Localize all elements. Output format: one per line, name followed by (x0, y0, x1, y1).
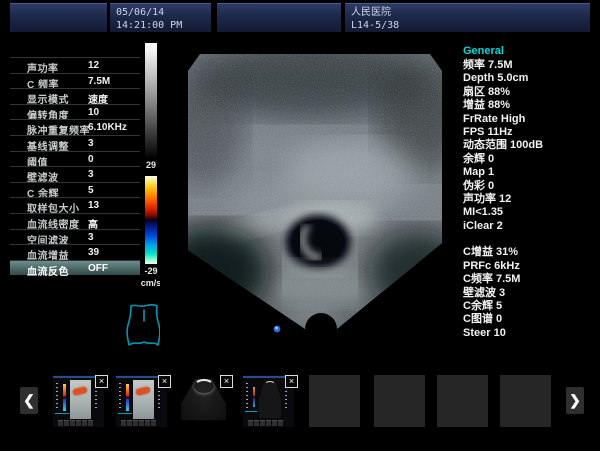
thumb-doppler-flow (72, 386, 87, 395)
header-box-patient (217, 3, 341, 32)
parameter-value: 3 (88, 169, 94, 180)
thumbnail-slot-empty (309, 375, 360, 427)
info-item: iClear 2 (463, 220, 598, 233)
info-item: C余辉 5 (463, 300, 598, 313)
thumb-text-marks (119, 383, 121, 411)
color-doppler-scale-bar (145, 176, 157, 264)
info-item: 声功率 12 (463, 193, 598, 206)
ultrasound-image[interactable] (160, 33, 460, 378)
ultrasound-workstation-screen: 05/06/14 14:21:00 PM 人民医院 L14-5/38 声功率12… (0, 0, 600, 451)
info-item: C增益 31% (463, 246, 598, 259)
thumb-probe-arc (265, 381, 276, 389)
info-item: MI<1.35 (463, 206, 598, 219)
thumb-clip-squares (121, 420, 156, 426)
b-mode-info-list: 频率 7.5MDepth 5.0cm扇区 88%增益 88%FrRate Hig… (463, 59, 598, 233)
body-mark-icon[interactable] (123, 301, 165, 349)
parameter-value: 39 (88, 247, 99, 258)
parameter-value: 3 (88, 138, 94, 149)
info-item: FPS 11Hz (463, 126, 598, 139)
grayscale-map-bar (145, 43, 157, 158)
parameter-value: 6.10KHz (88, 122, 127, 133)
thumb-text-marks (246, 383, 248, 411)
image-info-panel: General 频率 7.5MDepth 5.0cm扇区 88%增益 88%Fr… (463, 44, 598, 340)
color-mode-info-list: C增益 31%PRFc 6kHzC频率 7.5M壁滤波 3C余辉 5C图谱 0S… (463, 246, 598, 340)
thumb-bmode-area (133, 380, 154, 419)
thumb-clip-squares (58, 420, 93, 426)
parameter-row[interactable]: 声功率12 (10, 57, 140, 73)
parameter-value: 10 (88, 107, 99, 118)
thumbnail-doppler[interactable]: × (53, 375, 104, 427)
thumbnail-close-icon[interactable]: × (158, 375, 171, 388)
thumb-bmode-area (70, 380, 91, 419)
parameter-row[interactable]: 取样包大小13 (10, 197, 140, 213)
parameter-row[interactable]: 血流反色 OFF (10, 260, 140, 276)
header-time: 14:21:00 PM (110, 19, 211, 32)
thumb-fan-area (259, 380, 281, 418)
parameter-value: 13 (88, 200, 99, 211)
parameter-row[interactable]: C 余辉5 (10, 182, 140, 198)
thumbnail-slot-empty (437, 375, 488, 427)
info-item: PRFc 6kHz (463, 260, 598, 273)
header-box-datetime: 05/06/14 14:21:00 PM (110, 3, 211, 32)
info-item: Map 1 (463, 166, 598, 179)
filmstrip-prev-button[interactable]: ❮ (20, 387, 38, 414)
header-box-exam (10, 3, 107, 32)
thumbnail-slot-empty (374, 375, 425, 427)
thumb-colorbar (63, 384, 66, 411)
parameter-value: 3 (88, 232, 94, 243)
parameter-row[interactable]: C 频率7.5M (10, 73, 140, 89)
parameter-row[interactable]: 显示模式速度 (10, 88, 140, 104)
info-item: C图谱 0 (463, 313, 598, 326)
parameter-row[interactable]: 基线调整3 (10, 135, 140, 151)
parameter-value: 12 (88, 60, 99, 71)
info-item: 频率 7.5M (463, 59, 598, 72)
info-item: C频率 7.5M (463, 273, 598, 286)
preset-title: General (463, 44, 598, 58)
thumbnail-close-icon[interactable]: × (95, 375, 108, 388)
info-item: 壁滤波 3 (463, 287, 598, 300)
info-item: 余辉 0 (463, 153, 598, 166)
parameter-row[interactable]: 偏转角度10 (10, 104, 140, 120)
parameter-value: 0 (88, 154, 94, 165)
info-item: Depth 5.0cm (463, 72, 598, 85)
parameter-row[interactable]: 壁滤波3 (10, 166, 140, 182)
parameter-row[interactable]: 血流增益39 (10, 244, 140, 260)
header-date: 05/06/14 (110, 4, 211, 19)
thumb-doppler-flow (135, 386, 150, 395)
thumb-colorbar (126, 384, 129, 411)
thumbnail-close-icon[interactable]: × (220, 375, 233, 388)
thumb-probe-arc (194, 379, 214, 393)
header-box-hospital: 人民医院 L14-5/38 (345, 3, 590, 32)
info-item: FrRate High (463, 113, 598, 126)
parameter-row[interactable]: 血流线密度高 (10, 213, 140, 229)
thumb-colorbar (253, 387, 255, 407)
thumb-text-marks (56, 383, 58, 411)
parameter-row[interactable]: 脉冲重复频率6.10KHz (10, 119, 140, 135)
info-item: 动态范围 100dB (463, 139, 598, 152)
probe-id: L14-5/38 (345, 19, 590, 32)
parameter-panel: 声功率12C 频率7.5M显示模式速度偏转角度10脉冲重复频率6.10KHz基线… (10, 57, 140, 275)
thumbnail-close-icon[interactable]: × (285, 375, 298, 388)
parameter-label: 血流反色 (27, 263, 69, 278)
parameter-value: OFF (88, 263, 108, 274)
thumbnail-darkscreen[interactable]: × (243, 375, 294, 427)
thumbnail-darkfan[interactable]: × (178, 375, 229, 427)
info-item: 伪彩 0 (463, 180, 598, 193)
info-item: Steer 10 (463, 327, 598, 340)
info-item: 增益 88% (463, 99, 598, 112)
thumbnail-doppler[interactable]: × (116, 375, 167, 427)
info-item: 扇区 88% (463, 86, 598, 99)
parameter-row[interactable]: 阈值0 (10, 151, 140, 167)
hospital-name: 人民医院 (345, 4, 590, 19)
filmstrip-next-button[interactable]: ❯ (566, 387, 584, 414)
parameter-value: 7.5M (88, 76, 110, 87)
parameter-value: 5 (88, 185, 94, 196)
thumb-clip-squares (248, 420, 283, 426)
parameter-row[interactable]: 空间滤波3 (10, 229, 140, 245)
thumbnail-slot-empty (500, 375, 551, 427)
